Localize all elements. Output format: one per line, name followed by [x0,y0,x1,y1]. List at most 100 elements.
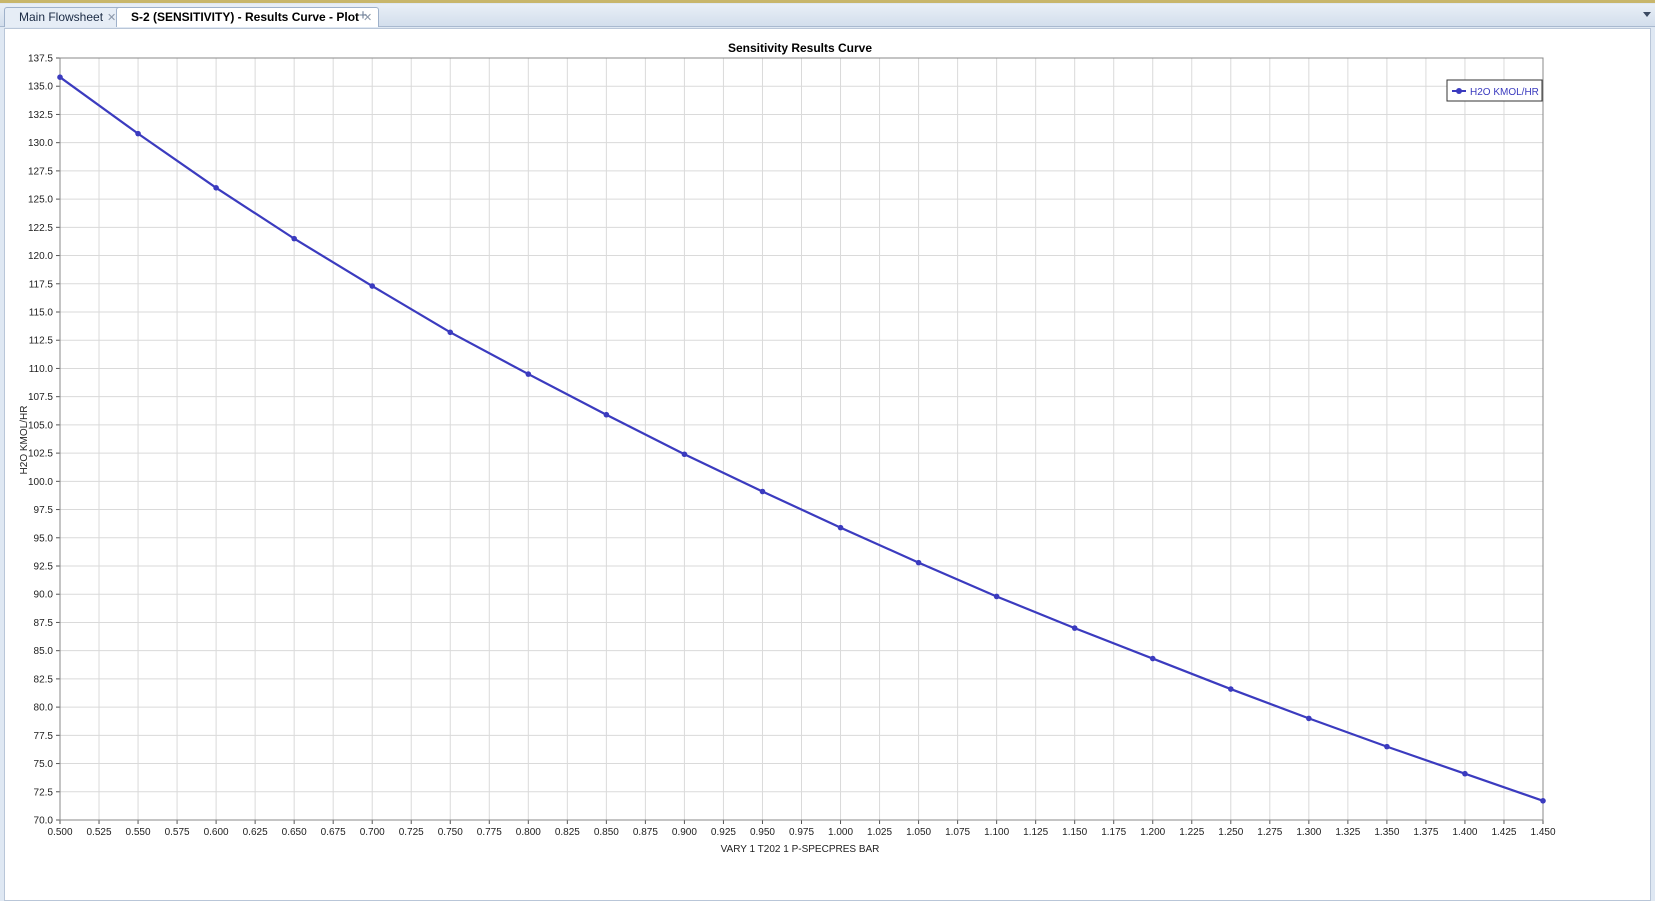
data-point [603,411,610,418]
y-tick-label: 115.0 [29,308,54,319]
data-point [135,130,141,137]
data-point [525,371,532,377]
y-tick-label: 102.5 [28,449,53,460]
data-point [291,235,297,242]
plus-icon[interactable]: + [356,8,370,24]
x-tick-label: 1.450 [1530,827,1555,838]
x-tick-label: 0.650 [282,827,307,838]
x-tick-label: 1.325 [1335,827,1360,838]
window-top-border [0,0,1655,3]
tab-label: S-2 (SENSITIVITY) - Results Curve - Plot [131,10,360,24]
x-tick-label: 1.200 [1140,827,1165,838]
x-tick-label: 1.250 [1218,827,1243,838]
data-point [1227,686,1234,692]
x-tick-label: 0.800 [516,827,541,838]
x-tick-label: 0.500 [47,827,72,838]
y-tick-label: 75.0 [34,759,54,770]
y-tick-label: 125.0 [28,195,53,206]
y-tick-label: 105.0 [28,420,53,431]
x-tick-label: 0.675 [321,827,346,838]
x-tick-label: 1.100 [984,827,1009,838]
data-point [1149,655,1156,662]
x-tick-label: 0.550 [126,827,151,838]
x-tick-label: 1.175 [1101,827,1126,838]
legend-entry-label: H2O KMOL/HR [1470,87,1539,98]
plot-panel: Sensitivity Results Curve H2O KMOL/HR VA… [4,28,1651,901]
data-point [369,283,376,289]
y-tick-label: 107.5 [28,392,53,403]
data-point [915,559,922,566]
x-tick-label: 1.400 [1452,827,1477,838]
y-tick-label: 100.0 [28,477,53,488]
x-tick-label: 0.625 [243,827,268,838]
x-tick-label: 0.975 [789,827,814,838]
tab-results-curve-plot[interactable]: S-2 (SENSITIVITY) - Results Curve - Plot… [116,7,380,27]
x-tick-label: 0.875 [633,827,658,838]
y-tick-label: 70.0 [34,816,54,827]
chart-axes [56,57,1544,824]
y-tick-label: 137.5 [28,54,53,65]
x-tick-label: 1.375 [1413,827,1438,838]
data-point [993,593,1000,600]
x-tick-label: 0.925 [711,827,736,838]
y-tick-label: 112.5 [29,336,54,347]
x-tick-label: 0.950 [750,827,775,838]
y-tick-label: 132.5 [28,110,53,121]
x-tick-label: 0.525 [87,827,112,838]
data-point [447,329,454,336]
tab-bar: Main Flowsheet ✕ S-2 (SENSITIVITY) - Resu… [0,4,1655,27]
data-point [1384,743,1390,750]
data-point [1540,798,1546,804]
x-tick-label: 1.225 [1179,827,1204,838]
tab-label: Main Flowsheet [19,10,104,24]
y-tick-label: 87.5 [34,618,54,629]
x-tick-label: 0.850 [594,827,619,838]
x-tick-label: 0.775 [477,827,502,838]
x-tick-labels: 0.500 0.525 0.550 0.575 0.600 0.625 0.650 0.675… [47,827,1555,838]
tab-main-flowsheet[interactable]: Main Flowsheet ✕ [4,7,124,27]
data-point [837,524,844,531]
x-tick-label: 1.300 [1296,827,1321,838]
x-tick-label: 1.275 [1257,827,1282,838]
chart-title: Sensitivity Results Curve [728,41,872,55]
y-tick-label: 97.5 [34,505,54,516]
y-tick-label: 82.5 [34,674,54,685]
y-tick-labels: 137.5 135.0 132.5 130.0 127.5 125.0 122.5 120.0… [28,54,53,827]
y-tick-label: 80.0 [34,703,54,714]
x-tick-label: 1.000 [828,827,853,838]
x-tick-label: 0.575 [165,827,190,838]
x-tick-label: 1.025 [867,827,892,838]
y-tick-label: 110.0 [29,364,54,375]
x-tick-label: 0.825 [555,827,580,838]
data-point [57,74,63,80]
y-tick-label: 120.0 [28,251,53,262]
y-tick-label: 90.0 [34,590,54,601]
y-axis-label: H2O KMOL/HR [19,406,30,475]
x-tick-label: 0.750 [438,827,463,838]
legend-marker [1456,88,1462,94]
y-tick-label: 77.5 [34,731,54,742]
close-icon[interactable]: ✕ [107,12,116,24]
chevron-down-icon[interactable] [1643,12,1651,17]
y-tick-label: 92.5 [34,562,54,573]
y-tick-label: 135.0 [28,82,53,93]
chart-grid [59,57,1544,821]
x-tick-label: 1.050 [906,827,931,838]
x-tick-label: 1.425 [1491,827,1516,838]
y-tick-label: 85.0 [34,646,54,657]
line-chart[interactable]: Sensitivity Results Curve H2O KMOL/HR VA… [5,29,1650,900]
x-tick-label: 1.125 [1023,827,1048,838]
data-point [1071,625,1078,631]
data-point [1306,715,1312,722]
y-tick-label: 122.5 [28,223,53,234]
y-tick-label: 127.5 [28,166,53,177]
x-tick-label: 1.350 [1374,827,1399,838]
x-tick-label: 1.150 [1062,827,1087,838]
chart-legend[interactable]: H2O KMOL/HR [1446,79,1543,102]
data-point [213,185,219,191]
data-point [1462,770,1468,777]
y-tick-label: 72.5 [34,787,54,798]
x-tick-label: 0.725 [399,827,424,838]
data-point [759,488,766,495]
x-tick-label: 0.700 [360,827,385,838]
